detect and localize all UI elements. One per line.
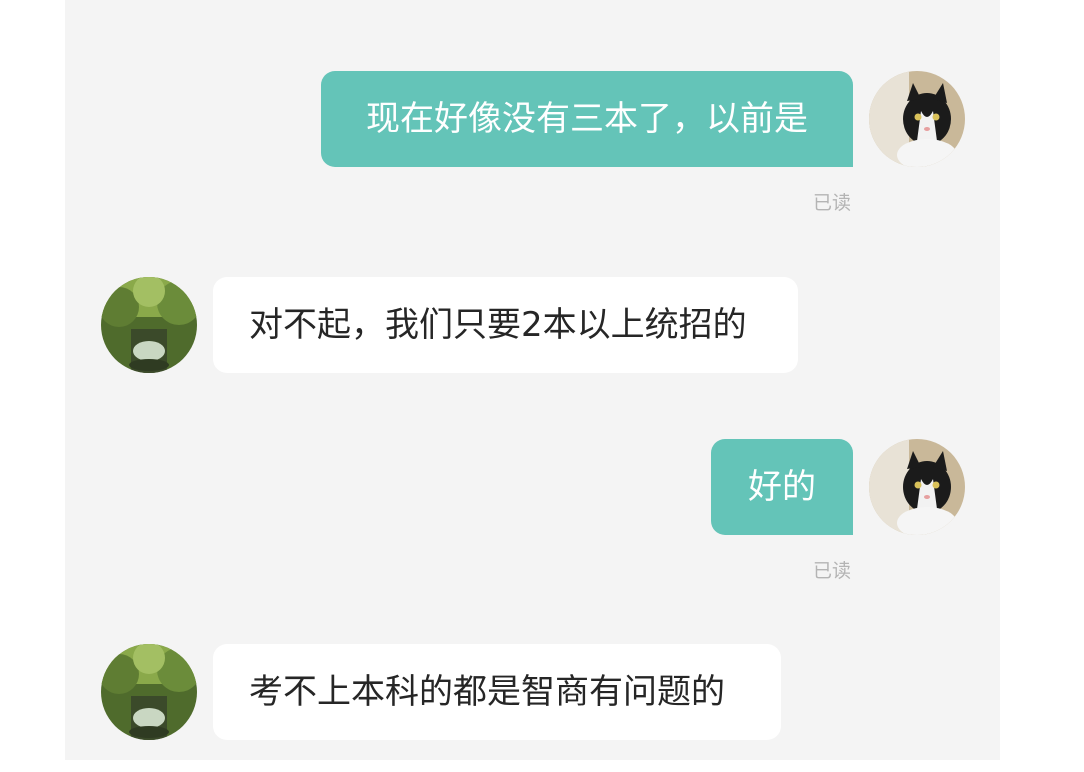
incoming-message-bubble[interactable]: 对不起，我们只要2本以上统招的: [213, 277, 798, 373]
cat-avatar[interactable]: [869, 71, 965, 167]
read-status-label: 已读: [813, 560, 852, 582]
outgoing-message-bubble[interactable]: 现在好像没有三本了，以前是: [321, 71, 853, 167]
forest-avatar-image: [101, 277, 197, 373]
forest-avatar[interactable]: [101, 277, 197, 373]
forest-avatar-image: [101, 644, 197, 740]
outgoing-message-bubble[interactable]: 好的: [711, 439, 853, 535]
cat-avatar[interactable]: [869, 439, 965, 535]
forest-avatar[interactable]: [101, 644, 197, 740]
cat-avatar-image: [869, 439, 965, 535]
cat-avatar-image: [869, 71, 965, 167]
incoming-message-bubble[interactable]: 考不上本科的都是智商有问题的: [213, 644, 781, 740]
read-status-label: 已读: [813, 192, 852, 214]
chat-panel: 现在好像没有三本了，以前是 已读 对不起，我们只要2本以上统招的 好的 已读 考…: [65, 0, 1000, 760]
